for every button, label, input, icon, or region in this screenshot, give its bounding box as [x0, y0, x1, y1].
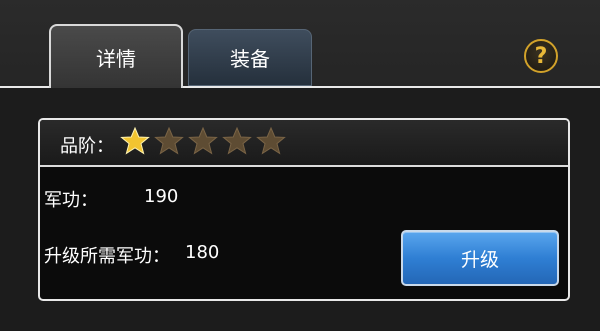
tab-equipment[interactable]: 装备	[188, 29, 312, 86]
quality-row: 品阶：	[40, 120, 568, 167]
help-icon[interactable]: ?	[524, 39, 558, 73]
upgrade-button-label: 升级	[460, 248, 499, 271]
tab-details-label: 详情	[96, 46, 136, 71]
star-empty-icon	[154, 126, 184, 155]
star-empty-icon	[256, 126, 286, 155]
tab-equipment-label: 装备	[230, 47, 270, 71]
tab-details[interactable]: 详情	[49, 24, 183, 88]
merit-value: 190	[144, 186, 179, 207]
upgrade-button[interactable]: 升级	[401, 230, 559, 286]
details-panel: 品阶： 军功： 190 升级所需军功： 180 升级	[38, 118, 570, 301]
quality-stars	[120, 126, 286, 156]
watermark	[480, 292, 590, 312]
star-empty-icon	[188, 126, 218, 155]
quality-label: 品阶：	[60, 136, 114, 157]
merit-label: 军功：	[44, 190, 98, 211]
required-merit-value: 180	[185, 242, 220, 263]
star-filled-icon	[120, 126, 150, 155]
required-merit-label: 升级所需军功：	[44, 246, 170, 267]
star-empty-icon	[222, 126, 252, 155]
